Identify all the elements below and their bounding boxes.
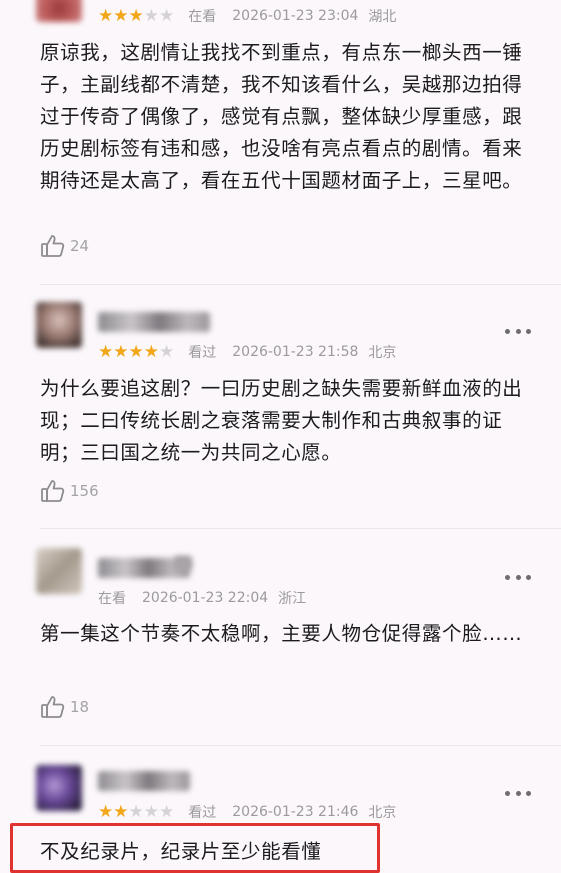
review-text: 为什么要追这剧？一曰历史剧之缺失需要新鲜血液的出现；二曰传统长剧之衰落需要大制作… [40, 377, 523, 464]
star-icon: ★ [159, 5, 175, 26]
star-icon: ★ [128, 341, 144, 362]
like-count: 18 [70, 698, 90, 716]
like-button[interactable]: 156 [40, 477, 99, 505]
user-badge [174, 556, 192, 570]
star-rating: ★ ★ ★ ★ ★ [98, 341, 175, 362]
review-date: 2026-01-23 23:04 [232, 8, 359, 24]
more-icon[interactable] [505, 789, 531, 797]
star-icon: ★ [113, 341, 129, 362]
star-icon: ★ [98, 801, 114, 822]
divider [40, 528, 561, 529]
watch-status: 在看 [188, 9, 217, 25]
star-icon: ★ [128, 801, 144, 822]
star-icon: ★ [143, 341, 159, 362]
star-icon: ★ [143, 5, 159, 26]
more-icon[interactable] [505, 573, 531, 581]
avatar[interactable] [36, 0, 82, 22]
review-meta: 在看 2026-01-23 22:04 浙江 [98, 587, 322, 609]
review-meta: ★ ★ ★ ★ ★ 看过 2026-01-23 21:46 北京 [98, 801, 412, 823]
like-button[interactable]: 24 [40, 232, 89, 260]
review-meta: ★ ★ ★ ★ ★ 看过 2026-01-23 21:58 北京 [98, 341, 412, 363]
divider [40, 284, 561, 285]
star-rating: ★ ★ ★ ★ ★ [98, 5, 175, 26]
avatar[interactable] [36, 302, 82, 348]
review-location: 北京 [368, 345, 397, 361]
star-icon: ★ [159, 341, 175, 362]
star-icon: ★ [98, 341, 114, 362]
star-icon: ★ [113, 801, 129, 822]
more-icon[interactable] [505, 327, 531, 335]
review-date: 2026-01-23 21:46 [232, 804, 359, 820]
star-icon: ★ [113, 5, 129, 26]
review-location: 湖北 [368, 9, 397, 25]
star-icon: ★ [159, 801, 175, 822]
like-count: 24 [70, 237, 90, 255]
star-icon: ★ [128, 5, 144, 26]
review-location: 北京 [368, 805, 397, 821]
review-text: 第一集这个节奏不太稳啊，主要人物仓促得露个脸…… [40, 622, 523, 645]
thumbs-up-icon [41, 235, 65, 257]
thumbs-up-icon [41, 696, 65, 718]
divider [40, 745, 561, 746]
star-icon: ★ [143, 801, 159, 822]
avatar[interactable] [36, 765, 82, 811]
review-meta: ★ ★ ★ ★ ★ 在看 2026-01-23 23:04 湖北 [98, 5, 412, 27]
review-date: 2026-01-23 22:04 [142, 590, 269, 606]
review-date: 2026-01-23 21:58 [232, 344, 359, 360]
avatar[interactable] [36, 548, 82, 594]
thumbs-up-icon [41, 480, 65, 502]
star-icon: ★ [98, 5, 114, 26]
star-rating: ★ ★ ★ ★ ★ [98, 801, 175, 822]
watch-status: 看过 [188, 345, 217, 361]
review-location: 浙江 [278, 591, 307, 607]
review-text: 原谅我，这剧情让我找不到重点，有点东一榔头西一锤子，主副线都不清楚，我不知该看什… [40, 41, 523, 192]
username[interactable] [98, 771, 190, 791]
like-count: 156 [70, 482, 99, 500]
watch-status: 看过 [188, 805, 217, 821]
like-button[interactable]: 18 [40, 693, 89, 721]
watch-status: 在看 [98, 591, 126, 607]
username[interactable] [98, 312, 210, 332]
